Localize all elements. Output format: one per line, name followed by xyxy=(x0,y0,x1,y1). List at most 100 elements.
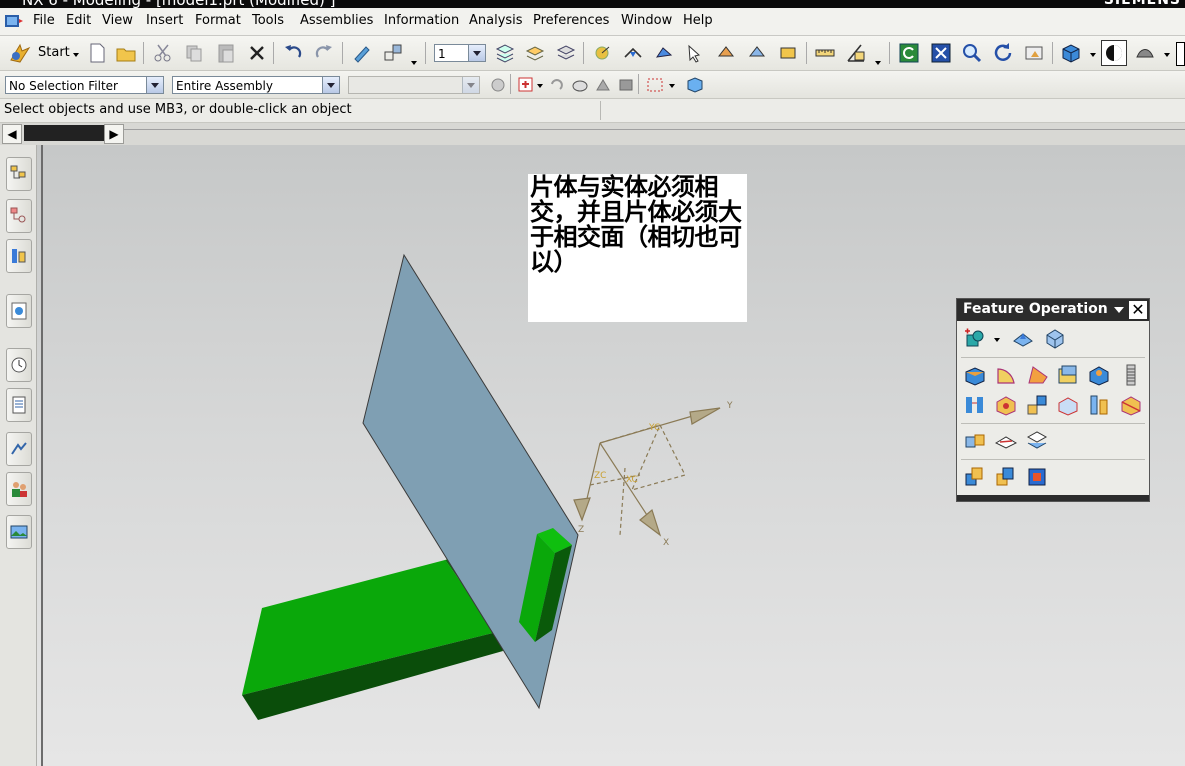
menu-assemblies[interactable]: Assemblies xyxy=(300,13,373,28)
draft-icon[interactable] xyxy=(1011,327,1035,351)
part-tab[interactable] xyxy=(24,125,104,141)
menu-information[interactable]: Information xyxy=(384,13,459,28)
wcs-display-icon[interactable] xyxy=(775,40,801,66)
close-icon[interactable]: ✕ xyxy=(1129,301,1147,319)
scroll-right-button[interactable]: ▶ xyxy=(104,124,124,144)
menu-preferences[interactable]: Preferences xyxy=(533,13,609,28)
panel-header[interactable]: Feature Operation ✕ xyxy=(957,299,1149,321)
split-body-icon[interactable] xyxy=(963,429,987,453)
wcs-save-icon[interactable] xyxy=(744,40,770,66)
edit-object-icon[interactable] xyxy=(349,40,375,66)
hole-icon[interactable] xyxy=(1087,363,1111,387)
nx-app-icon[interactable] xyxy=(3,13,25,29)
wcs-origin-icon[interactable] xyxy=(620,40,646,66)
instance-feature-icon[interactable] xyxy=(1025,393,1049,417)
start-button[interactable]: Start xyxy=(6,40,80,66)
edit-feature-icon[interactable] xyxy=(963,327,987,351)
shaded-icon[interactable] xyxy=(1058,40,1084,66)
measure-angle-icon[interactable] xyxy=(843,40,869,66)
undo-selection-icon[interactable] xyxy=(543,72,569,98)
internet-explorer-icon[interactable] xyxy=(6,294,32,328)
panel-title: Feature Operation xyxy=(963,301,1108,317)
thread-icon[interactable] xyxy=(1119,363,1143,387)
visible-in-view-icon[interactable] xyxy=(522,40,548,66)
pattern-icon[interactable] xyxy=(963,393,987,417)
background-icon[interactable] xyxy=(1101,40,1127,66)
draft-body-icon[interactable] xyxy=(1043,327,1067,351)
trim-body-icon[interactable] xyxy=(1119,393,1143,417)
dropdown-icon[interactable] xyxy=(411,61,417,65)
intersect-icon[interactable] xyxy=(1025,465,1049,489)
open-folder-icon[interactable] xyxy=(113,40,139,66)
layer-category-icon[interactable] xyxy=(553,40,579,66)
offset-face-icon[interactable] xyxy=(1056,393,1080,417)
chamfer-icon[interactable] xyxy=(1025,363,1049,387)
redo-icon[interactable] xyxy=(311,40,337,66)
menu-file[interactable]: File xyxy=(33,13,55,28)
dropdown-icon[interactable] xyxy=(875,61,881,65)
menu-help[interactable]: Help xyxy=(683,13,713,28)
scale-body-icon[interactable] xyxy=(1087,393,1111,417)
panel-menu-icon[interactable] xyxy=(1114,307,1124,313)
selection-type-select xyxy=(348,76,480,94)
refresh-icon[interactable] xyxy=(896,40,922,66)
scroll-left-button[interactable]: ◀ xyxy=(2,124,22,144)
extrude-icon[interactable] xyxy=(963,363,987,387)
menu-format[interactable]: Format xyxy=(195,13,241,28)
fit-icon[interactable] xyxy=(928,40,954,66)
select-body-icon[interactable] xyxy=(613,72,639,98)
subtract-icon[interactable] xyxy=(994,465,1018,489)
roles-icon[interactable] xyxy=(6,472,32,506)
face-analysis-icon[interactable] xyxy=(1132,40,1158,66)
menu-edit[interactable]: Edit xyxy=(66,13,91,28)
history-icon[interactable] xyxy=(6,348,32,382)
patch-icon[interactable] xyxy=(1025,429,1049,453)
new-file-icon[interactable] xyxy=(84,40,110,66)
copy-icon[interactable] xyxy=(181,40,207,66)
assembly-navigator-icon[interactable] xyxy=(6,157,32,191)
selection-filter-select[interactable]: No Selection Filter xyxy=(5,76,164,94)
dropdown-icon[interactable] xyxy=(669,84,675,88)
selection-scope-select[interactable]: Entire Assembly xyxy=(172,76,340,94)
overflow-icon[interactable] xyxy=(1176,42,1185,66)
menu-insert[interactable]: Insert xyxy=(146,13,183,28)
general-selection-icon[interactable] xyxy=(485,72,511,98)
pan-icon[interactable] xyxy=(1021,40,1047,66)
menu-tools[interactable]: Tools xyxy=(252,13,284,28)
undo-icon[interactable] xyxy=(280,40,306,66)
menu-view[interactable]: View xyxy=(102,13,133,28)
menu-window[interactable]: Window xyxy=(621,13,672,28)
dropdown-icon[interactable] xyxy=(1090,53,1096,57)
axis-z-label: Z xyxy=(578,525,584,535)
layer-settings-icon[interactable] xyxy=(492,40,518,66)
wcs-set-icon[interactable] xyxy=(713,40,739,66)
unite-icon[interactable] xyxy=(963,465,987,489)
delete-icon[interactable] xyxy=(244,40,270,66)
tab-strip-line xyxy=(124,129,1185,130)
dropdown-icon[interactable] xyxy=(1164,53,1170,57)
select-solid-icon[interactable] xyxy=(682,72,708,98)
rectangle-select-icon[interactable] xyxy=(642,72,668,98)
constraint-navigator-icon[interactable] xyxy=(6,199,32,233)
paste-icon[interactable] xyxy=(213,40,239,66)
menu-bar: File Edit View Insert Format Tools Assem… xyxy=(0,8,1185,36)
rotate-icon[interactable] xyxy=(990,40,1016,66)
cut-icon[interactable] xyxy=(150,40,176,66)
transform-icon[interactable] xyxy=(380,40,406,66)
measure-distance-icon[interactable] xyxy=(812,40,838,66)
system-materials-icon[interactable] xyxy=(6,388,32,422)
edge-blend-icon[interactable] xyxy=(994,363,1018,387)
menu-analysis[interactable]: Analysis xyxy=(469,13,523,28)
sew-icon[interactable] xyxy=(994,429,1018,453)
wcs-rotate-icon[interactable] xyxy=(651,40,677,66)
process-studio-icon[interactable] xyxy=(6,432,32,466)
part-navigator-icon[interactable] xyxy=(6,239,32,273)
wcs-orient-icon[interactable] xyxy=(682,40,708,66)
shell-icon[interactable] xyxy=(1056,363,1080,387)
mirror-feature-icon[interactable] xyxy=(994,393,1018,417)
dropdown-icon[interactable] xyxy=(994,338,1000,342)
wcs-dynamics-icon[interactable] xyxy=(589,40,615,66)
layer-select[interactable]: 1 xyxy=(434,44,486,62)
history-palette-icon[interactable] xyxy=(6,515,32,549)
zoom-icon[interactable] xyxy=(959,40,985,66)
